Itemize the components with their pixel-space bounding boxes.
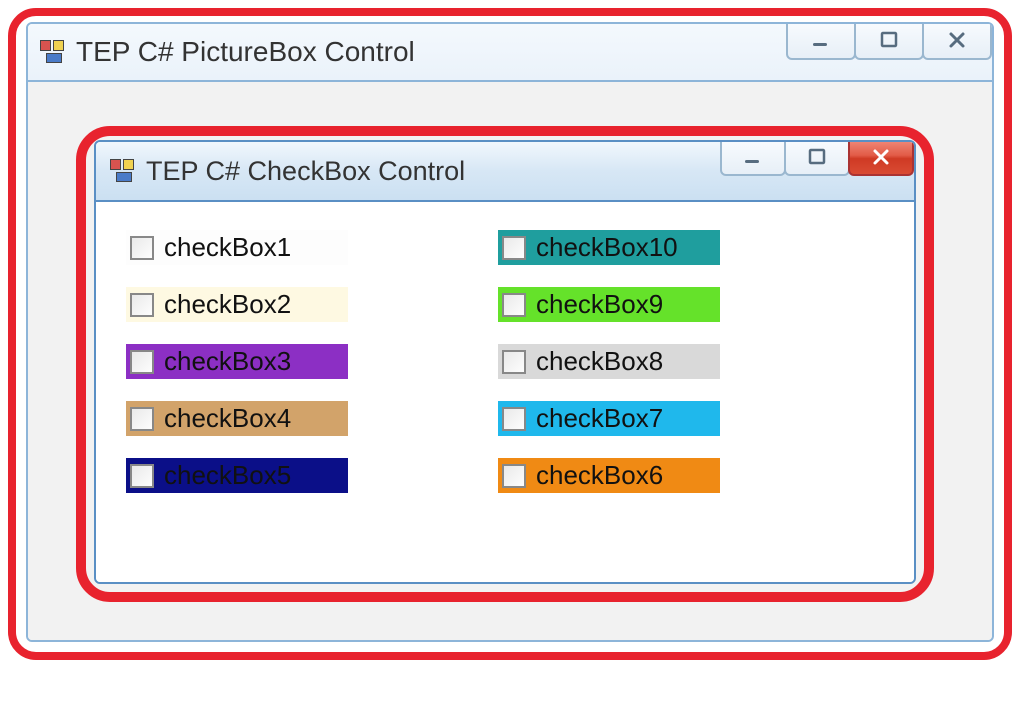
checkbox-7[interactable]: checkBox7 [498, 401, 720, 436]
checkbox-6[interactable]: checkBox6 [498, 458, 720, 493]
inner-window-title: TEP C# CheckBox Control [146, 156, 465, 187]
checkbox-box-icon [130, 350, 154, 374]
checkbox-1[interactable]: checkBox1 [126, 230, 348, 265]
checkbox-5[interactable]: checkBox5 [126, 458, 348, 493]
checkbox-box-icon [130, 293, 154, 317]
inner-titlebar[interactable]: TEP C# CheckBox Control [96, 142, 914, 200]
checkbox-4[interactable]: checkBox4 [126, 401, 348, 436]
checkbox-box-icon [502, 293, 526, 317]
inner-window: TEP C# CheckBox Control [94, 140, 916, 584]
app-icon [108, 157, 136, 185]
maximize-button[interactable] [784, 140, 850, 176]
highlight-outer: TEP C# PictureBox Control [8, 8, 1012, 660]
close-button[interactable] [922, 22, 992, 60]
outer-window-controls [788, 22, 992, 60]
outer-window: TEP C# PictureBox Control [26, 22, 994, 642]
checkbox-label: checkBox2 [164, 289, 291, 320]
close-button[interactable] [848, 140, 914, 176]
checkbox-box-icon [502, 407, 526, 431]
outer-titlebar[interactable]: TEP C# PictureBox Control [28, 24, 992, 80]
checkbox-label: checkBox5 [164, 460, 291, 491]
minimize-button[interactable] [720, 140, 786, 176]
checkbox-box-icon [130, 236, 154, 260]
minimize-button[interactable] [786, 22, 856, 60]
checkbox-label: checkBox8 [536, 346, 663, 377]
checkbox-label: checkBox7 [536, 403, 663, 434]
checkbox-box-icon [502, 464, 526, 488]
checkbox-label: checkBox9 [536, 289, 663, 320]
checkbox-box-icon [130, 464, 154, 488]
checkbox-9[interactable]: checkBox9 [498, 287, 720, 322]
checkbox-8[interactable]: checkBox8 [498, 344, 720, 379]
checkbox-2[interactable]: checkBox2 [126, 287, 348, 322]
checkbox-label: checkBox1 [164, 232, 291, 263]
outer-window-title: TEP C# PictureBox Control [76, 36, 415, 68]
checkbox-column-left: checkBox1 checkBox2 checkBox3 [126, 230, 348, 554]
checkbox-column-right: checkBox10 checkBox9 checkBox8 [498, 230, 720, 554]
checkbox-label: checkBox10 [536, 232, 678, 263]
checkbox-label: checkBox6 [536, 460, 663, 491]
checkbox-box-icon [502, 350, 526, 374]
inner-client-area: checkBox1 checkBox2 checkBox3 [96, 200, 914, 582]
checkbox-label: checkBox4 [164, 403, 291, 434]
checkbox-10[interactable]: checkBox10 [498, 230, 720, 265]
checkbox-3[interactable]: checkBox3 [126, 344, 348, 379]
checkbox-label: checkBox3 [164, 346, 291, 377]
checkbox-box-icon [130, 407, 154, 431]
inner-window-controls [722, 140, 914, 176]
highlight-inner: TEP C# CheckBox Control [76, 126, 934, 602]
maximize-button[interactable] [854, 22, 924, 60]
checkbox-box-icon [502, 236, 526, 260]
outer-client-area: TEP C# CheckBox Control [28, 80, 992, 640]
app-icon [38, 38, 66, 66]
